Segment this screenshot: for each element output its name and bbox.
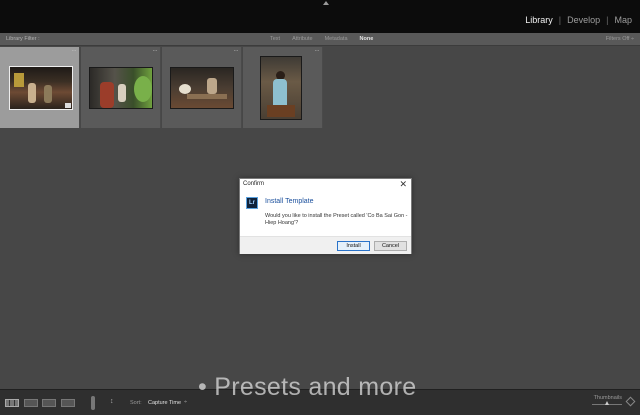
sort-dropdown[interactable]: Capture Time bbox=[148, 400, 181, 406]
module-separator: | bbox=[558, 15, 562, 25]
dialog-message: Would you like to install the Preset cal… bbox=[265, 213, 408, 226]
cell-menu-icon[interactable]: ··· bbox=[72, 48, 77, 54]
photo-thumbnail[interactable] bbox=[170, 67, 234, 109]
grid-cell[interactable]: ··· bbox=[81, 47, 161, 128]
dialog-footer: Install Cancel bbox=[240, 236, 411, 254]
slider-knob-icon[interactable] bbox=[605, 401, 609, 405]
grid-view-icon[interactable] bbox=[5, 399, 19, 407]
painter-icon[interactable] bbox=[91, 396, 95, 410]
module-develop[interactable]: Develop bbox=[567, 15, 600, 25]
module-picker: Library | Develop | Map bbox=[525, 15, 632, 25]
sort-direction-icon[interactable]: ↕ bbox=[110, 398, 114, 405]
cell-menu-icon[interactable]: ··· bbox=[153, 48, 158, 54]
install-button[interactable]: Install bbox=[337, 241, 370, 251]
module-bar: Library | Develop | Map bbox=[0, 0, 640, 33]
module-library[interactable]: Library bbox=[525, 15, 553, 25]
dialog-heading: Install Template bbox=[265, 198, 314, 205]
filter-attribute[interactable]: Attribute bbox=[292, 36, 312, 42]
watermark-text: • Presets and more bbox=[198, 373, 417, 401]
filter-metadata[interactable]: Metadata bbox=[325, 36, 348, 42]
cell-menu-icon[interactable]: ··· bbox=[315, 48, 320, 54]
filter-options: Text Attribute Metadata None bbox=[270, 36, 385, 42]
photo-thumbnail[interactable] bbox=[89, 67, 153, 109]
loupe-view-icon[interactable] bbox=[24, 399, 38, 407]
library-filter-label: Library Filter : bbox=[6, 36, 40, 42]
dialog-title: Confirm bbox=[243, 181, 265, 187]
filter-text[interactable]: Text bbox=[270, 36, 280, 42]
collapse-top-panel-icon[interactable] bbox=[323, 1, 329, 5]
cancel-button[interactable]: Cancel bbox=[374, 241, 407, 251]
grid-cell[interactable]: ··· bbox=[243, 47, 323, 128]
filters-off-dropdown[interactable]: Filters Off ÷ bbox=[606, 36, 634, 42]
library-filter-bar: Library Filter : Text Attribute Metadata… bbox=[0, 33, 640, 46]
lightroom-icon: Lr bbox=[246, 197, 258, 209]
grid-cell[interactable]: ··· bbox=[0, 47, 80, 128]
sort-label: Sort: bbox=[130, 400, 142, 406]
edited-badge-icon bbox=[65, 103, 71, 108]
confirm-dialog: Confirm ✕ Lr Install Template Would you … bbox=[239, 178, 412, 254]
dialog-titlebar: Confirm ✕ bbox=[240, 179, 411, 191]
survey-view-icon[interactable] bbox=[61, 399, 75, 407]
compare-view-icon[interactable] bbox=[42, 399, 56, 407]
grid-cell[interactable]: ··· bbox=[162, 47, 242, 128]
sort-caret-icon[interactable]: ÷ bbox=[184, 399, 187, 405]
toolbar-menu-icon[interactable] bbox=[625, 396, 636, 407]
cell-menu-icon[interactable]: ··· bbox=[234, 48, 239, 54]
filter-none[interactable]: None bbox=[360, 36, 374, 42]
photo-thumbnail[interactable] bbox=[260, 56, 302, 120]
module-map[interactable]: Map bbox=[614, 15, 632, 25]
close-icon[interactable]: ✕ bbox=[399, 179, 407, 190]
module-separator: | bbox=[606, 15, 609, 25]
photo-thumbnail[interactable] bbox=[9, 66, 73, 110]
